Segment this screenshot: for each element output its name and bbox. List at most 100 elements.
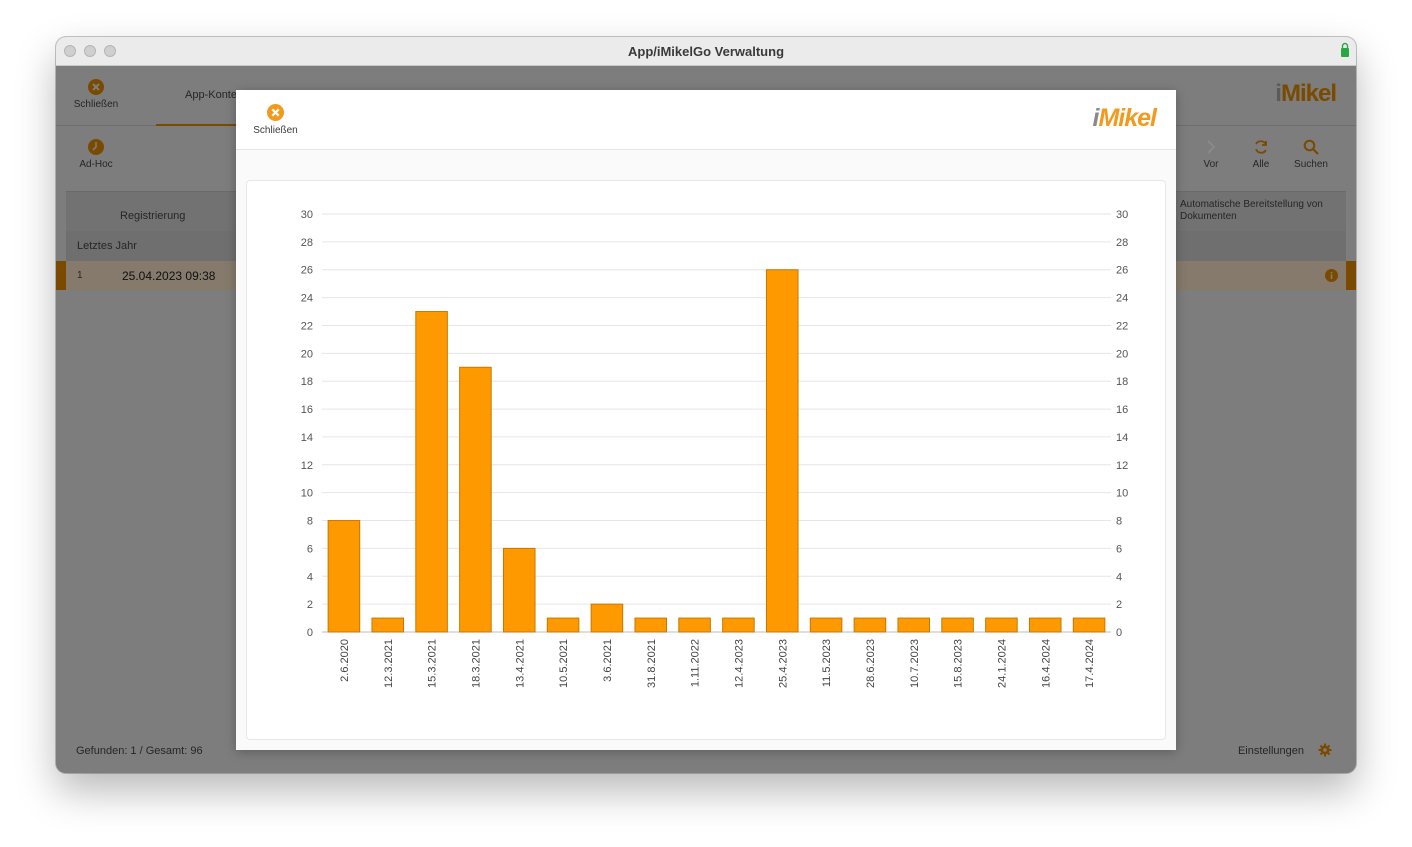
column-registration[interactable]: Registrierung <box>120 210 185 222</box>
y-tick-label-left: 12 <box>301 460 313 472</box>
bar <box>1028 617 1062 633</box>
all-button[interactable]: Alle <box>1241 139 1281 170</box>
search-button[interactable]: Suchen <box>1288 139 1334 170</box>
y-tick-label-left: 16 <box>301 404 313 416</box>
bar <box>327 520 361 633</box>
bar <box>678 617 711 633</box>
y-tick-label-left: 6 <box>307 543 313 555</box>
row-index: 1 <box>77 270 83 281</box>
dialog-header: Schließen iMikel <box>236 90 1176 150</box>
chart-card: 0 0 2 2 4 4 6 6 8 8 10 10 12 12 14 14 16 16 18 18 20 20 22 22 24… <box>246 180 1166 740</box>
y-tick-label-right: 6 <box>1116 543 1122 555</box>
x-tick-label: 28.6.2023 <box>865 639 877 688</box>
bar <box>415 311 448 633</box>
chevron-right-icon <box>1207 140 1216 154</box>
lock-icon <box>1341 42 1349 57</box>
bar <box>853 617 887 633</box>
bar <box>1072 617 1106 633</box>
bar <box>722 617 755 633</box>
y-tick-label-right: 24 <box>1116 293 1128 305</box>
close-circle-icon <box>88 79 104 95</box>
y-tick-label-left: 14 <box>301 432 313 444</box>
x-tick-label: 3.6.2021 <box>602 639 614 682</box>
bar <box>809 617 843 633</box>
window-title: App/iMikelGo Verwaltung <box>627 44 785 59</box>
x-tick-label: 13.4.2021 <box>514 639 526 688</box>
close-circle-icon <box>267 104 284 121</box>
dialog-close-label: Schließen <box>253 125 298 136</box>
bar-chart: 0 02 24 46 68 810 1012 1214 1416 1618 1820 2022 2224… <box>301 209 1129 688</box>
x-tick-label: 31.8.2021 <box>646 639 658 688</box>
x-tick-label: 17.4.2024 <box>1084 639 1096 688</box>
x-tick-label: 15.3.2021 <box>427 639 439 688</box>
row-datetime: 25.04.2023 09:38 <box>122 269 216 283</box>
refresh-icon <box>1255 140 1267 154</box>
x-tick-label: 11.5.2023 <box>821 639 833 687</box>
bar <box>371 617 405 633</box>
x-tick-label: 24.1.2024 <box>996 639 1008 688</box>
gear-icon[interactable] <box>1318 743 1332 757</box>
imikel-logo-background: iMikel <box>1275 80 1337 107</box>
y-tick-label-right: 2 <box>1116 599 1122 611</box>
x-tick-label: 12.4.2023 <box>733 639 745 688</box>
tab-app-konten[interactable]: App-Konte <box>156 66 246 126</box>
column-auto-docs[interactable]: Automatische Bereitstellung von Dokument… <box>1180 199 1330 223</box>
y-tick-label-left: 0 <box>307 627 313 639</box>
found-count: Gefunden: 1 / Gesamt: 96 <box>76 745 203 757</box>
bar <box>941 617 974 633</box>
y-tick-label-left: 8 <box>307 516 313 528</box>
y-tick-label-right: 10 <box>1116 488 1128 500</box>
group-label: Letztes Jahr <box>77 240 137 252</box>
bar <box>634 617 668 633</box>
y-tick-label-left: 4 <box>307 571 313 583</box>
x-tick-label: 15.8.2023 <box>953 639 965 688</box>
x-tick-label: 2.6.2020 <box>339 639 351 682</box>
settings-link[interactable]: Einstellungen <box>1238 745 1304 757</box>
chart-dialog: Schließen iMikel 0 0 2 2 4 4 6 6 8 8 10 10 12 12 14 14 1… <box>236 90 1176 750</box>
bar <box>897 617 931 633</box>
y-tick-label-right: 16 <box>1116 404 1128 416</box>
next-label: Vor <box>1203 159 1219 170</box>
adhoc-button[interactable]: Ad-Hoc <box>74 139 118 170</box>
y-tick-label-left: 28 <box>301 237 313 249</box>
y-tick-label-right: 8 <box>1116 516 1122 528</box>
y-tick-label-left: 24 <box>301 293 313 305</box>
title-bar: App/iMikelGo Verwaltung <box>56 37 1356 66</box>
y-tick-label-right: 14 <box>1116 432 1128 444</box>
close-button-label: Schließen <box>73 99 119 110</box>
x-tick-label: 12.3.2021 <box>383 639 395 688</box>
y-tick-label-left: 22 <box>301 320 313 332</box>
y-tick-label-right: 4 <box>1116 571 1122 583</box>
y-tick-label-right: 26 <box>1116 265 1128 277</box>
y-tick-label-right: 30 <box>1116 209 1128 221</box>
y-tick-label-right: 0 <box>1116 627 1122 639</box>
x-tick-label: 25.4.2023 <box>777 639 789 688</box>
bar <box>502 547 536 633</box>
bar <box>546 617 580 633</box>
y-tick-label-right: 28 <box>1116 237 1128 249</box>
tab-app-konten-label: App-Konte <box>185 89 237 101</box>
dialog-close-button[interactable]: Schließen <box>250 104 301 136</box>
y-tick-label-left: 20 <box>301 348 313 360</box>
next-button[interactable]: Vor <box>1191 139 1231 170</box>
all-label: Alle <box>1252 159 1270 170</box>
x-tick-label: 10.5.2021 <box>558 639 570 688</box>
bar <box>459 366 492 633</box>
search-label: Suchen <box>1294 159 1328 170</box>
y-tick-label-left: 30 <box>301 209 313 221</box>
y-tick-label-left: 10 <box>301 488 313 500</box>
imikel-logo: iMikel <box>1092 104 1157 132</box>
bar <box>985 617 1018 633</box>
info-icon[interactable] <box>1325 269 1338 282</box>
bar <box>765 269 799 633</box>
x-tick-label: 1.11.2022 <box>690 639 702 687</box>
y-tick-label-left: 26 <box>301 265 313 277</box>
search-icon <box>1303 139 1319 155</box>
y-tick-label-right: 22 <box>1116 320 1128 332</box>
close-button[interactable]: Schließen <box>70 79 122 110</box>
x-tick-label: 10.7.2023 <box>909 639 921 688</box>
y-tick-label-right: 20 <box>1116 348 1128 360</box>
y-tick-label-left: 18 <box>301 376 313 388</box>
y-tick-label-right: 12 <box>1116 460 1128 472</box>
x-tick-label: 16.4.2024 <box>1040 639 1052 688</box>
